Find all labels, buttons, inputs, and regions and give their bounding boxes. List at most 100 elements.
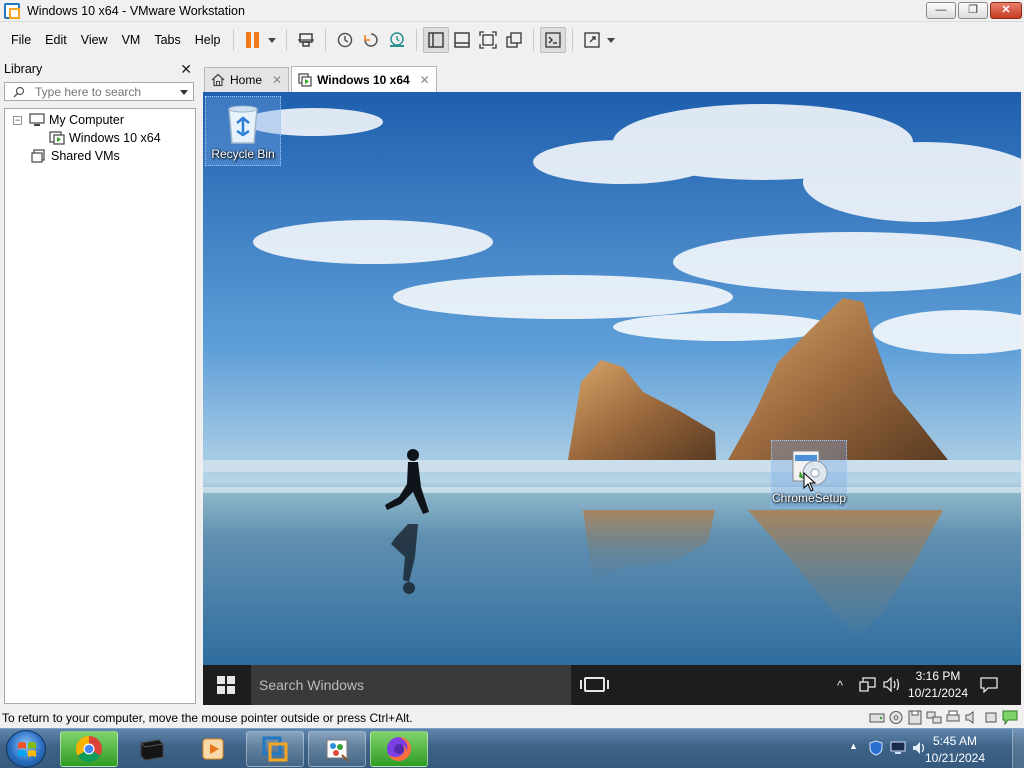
revert-snapshot-button[interactable] bbox=[358, 27, 384, 53]
sound-card-icon[interactable] bbox=[964, 710, 980, 725]
computer-icon bbox=[29, 113, 45, 126]
device-status-icons bbox=[869, 710, 1018, 726]
desktop-icon-label: ChromeSetup bbox=[772, 491, 847, 505]
shield-icon[interactable] bbox=[868, 740, 884, 756]
maximize-button[interactable]: ❐ bbox=[958, 2, 988, 19]
host-show-hidden-icons-icon[interactable]: ▲ bbox=[849, 741, 858, 751]
menu-vm[interactable]: VM bbox=[115, 33, 148, 47]
guest-clock[interactable]: 3:16 PM 10/21/2024 bbox=[903, 668, 973, 702]
guest-date: 10/21/2024 bbox=[907, 686, 969, 700]
menu-edit[interactable]: Edit bbox=[38, 33, 74, 47]
library-close-icon[interactable]: ✕ bbox=[180, 61, 192, 78]
host-system-tray: ▲ 5:45 AM 10/21/2024 bbox=[834, 729, 1024, 768]
show-library-button[interactable] bbox=[423, 27, 450, 53]
vmware-app-icon bbox=[4, 2, 20, 19]
tree-item-label: Shared VMs bbox=[51, 149, 120, 163]
tree-item-shared-vms[interactable]: Shared VMs bbox=[31, 147, 120, 165]
toolbar-separator bbox=[572, 29, 574, 51]
send-ctrl-alt-del-icon bbox=[298, 33, 315, 47]
tree-item-my-computer[interactable]: − My Computer bbox=[13, 111, 124, 129]
host-start-button[interactable] bbox=[6, 730, 46, 768]
menu-view[interactable]: View bbox=[74, 33, 115, 47]
tab-label: Windows 10 x64 bbox=[317, 72, 410, 87]
home-icon bbox=[211, 73, 225, 87]
shared-vms-icon bbox=[31, 149, 45, 163]
library-panel: Library ✕ − My Computer Windows 10 x64 S… bbox=[0, 58, 198, 706]
unity-icon bbox=[506, 32, 523, 48]
thumbnail-bar-icon bbox=[454, 32, 471, 48]
recycle-bin-icon bbox=[228, 105, 258, 144]
vm-console[interactable]: Recycle Bin ChromeSetup Search Windows ^… bbox=[203, 92, 1021, 705]
hard-disk-icon[interactable] bbox=[869, 710, 885, 725]
host-clock[interactable]: 5:45 AM 10/21/2024 bbox=[920, 733, 990, 767]
menu-help[interactable]: Help bbox=[188, 33, 228, 47]
toolbar-separator bbox=[533, 29, 535, 51]
tab-close-icon[interactable]: ✕ bbox=[420, 73, 430, 87]
library-header: Library ✕ bbox=[0, 58, 198, 80]
menu-tabs[interactable]: Tabs bbox=[147, 33, 187, 47]
toolbar-separator bbox=[416, 29, 418, 51]
host-app-chrome[interactable] bbox=[60, 731, 118, 767]
floppy-icon[interactable] bbox=[907, 710, 923, 725]
power-dropdown-icon[interactable] bbox=[268, 37, 277, 43]
pause-button[interactable] bbox=[240, 27, 266, 53]
tree-item-label: My Computer bbox=[49, 113, 125, 127]
status-bar: To return to your computer, move the mou… bbox=[0, 708, 1024, 728]
host-app-vmware[interactable] bbox=[246, 731, 304, 767]
library-search-box[interactable] bbox=[4, 82, 194, 101]
console-view-icon bbox=[545, 32, 562, 48]
task-view-icon[interactable] bbox=[580, 677, 609, 692]
collapse-icon[interactable]: − bbox=[13, 115, 22, 125]
snapshot-manager-button[interactable] bbox=[384, 27, 410, 53]
message-log-icon[interactable] bbox=[1002, 710, 1018, 726]
volume-icon[interactable] bbox=[883, 677, 901, 692]
vm-icon bbox=[298, 72, 312, 87]
desktop-icon-recycle-bin[interactable]: Recycle Bin bbox=[205, 96, 281, 166]
mouse-cursor-icon bbox=[803, 472, 817, 492]
unity-button[interactable] bbox=[501, 27, 527, 53]
host-app-terminal[interactable] bbox=[122, 731, 180, 767]
stretch-guest-icon bbox=[584, 32, 601, 48]
printer-icon[interactable] bbox=[945, 710, 961, 725]
host-app-paint[interactable] bbox=[308, 731, 366, 767]
tab-windows-10-x64[interactable]: Windows 10 x64 ✕ bbox=[291, 66, 437, 92]
terminal-icon bbox=[140, 739, 164, 761]
usb-icon[interactable] bbox=[983, 710, 999, 725]
menu-toolbar: File Edit View VM Tabs Help bbox=[0, 23, 1024, 57]
chrome-icon bbox=[75, 735, 102, 763]
menu-file[interactable]: File bbox=[4, 33, 38, 47]
host-network-icon[interactable] bbox=[890, 741, 906, 755]
cd-dvd-icon[interactable] bbox=[888, 710, 904, 725]
guest-search-box[interactable]: Search Windows bbox=[251, 665, 571, 705]
stretch-dropdown-icon[interactable] bbox=[607, 37, 616, 43]
network-icon[interactable] bbox=[859, 677, 876, 692]
take-snapshot-button[interactable] bbox=[332, 27, 358, 53]
firefox-icon bbox=[387, 737, 411, 761]
stretch-guest-button[interactable] bbox=[579, 27, 605, 53]
toolbar-separator bbox=[233, 29, 235, 51]
send-ctrl-alt-del-button[interactable] bbox=[293, 27, 319, 53]
vm-icon bbox=[49, 131, 65, 145]
tree-item-windows-10-x64[interactable]: Windows 10 x64 bbox=[49, 129, 161, 147]
host-app-media-player[interactable] bbox=[184, 731, 242, 767]
snapshot-manager-icon bbox=[390, 32, 405, 47]
host-app-firefox[interactable] bbox=[370, 731, 428, 767]
search-dropdown-icon[interactable] bbox=[180, 90, 188, 95]
thumbnail-bar-button[interactable] bbox=[449, 27, 475, 53]
network-adapter-icon[interactable] bbox=[926, 710, 942, 725]
library-title: Library bbox=[4, 62, 43, 76]
close-button[interactable]: ✕ bbox=[990, 2, 1022, 19]
minimize-button[interactable]: — bbox=[926, 2, 956, 19]
tab-bar: Home ✕ Windows 10 x64 ✕ bbox=[204, 66, 439, 92]
windows-start-icon[interactable] bbox=[217, 676, 235, 694]
tab-home[interactable]: Home ✕ bbox=[204, 67, 290, 92]
tab-close-icon[interactable]: ✕ bbox=[272, 73, 282, 87]
guest-time: 3:16 PM bbox=[915, 669, 961, 683]
library-search-input[interactable] bbox=[35, 84, 175, 99]
guest-search-placeholder: Search Windows bbox=[259, 677, 365, 693]
show-hidden-icons-icon[interactable]: ^ bbox=[837, 678, 843, 693]
full-screen-button[interactable] bbox=[475, 27, 501, 53]
action-center-icon[interactable] bbox=[980, 677, 998, 693]
show-desktop-button[interactable] bbox=[1012, 729, 1024, 768]
console-view-button[interactable] bbox=[540, 27, 567, 53]
